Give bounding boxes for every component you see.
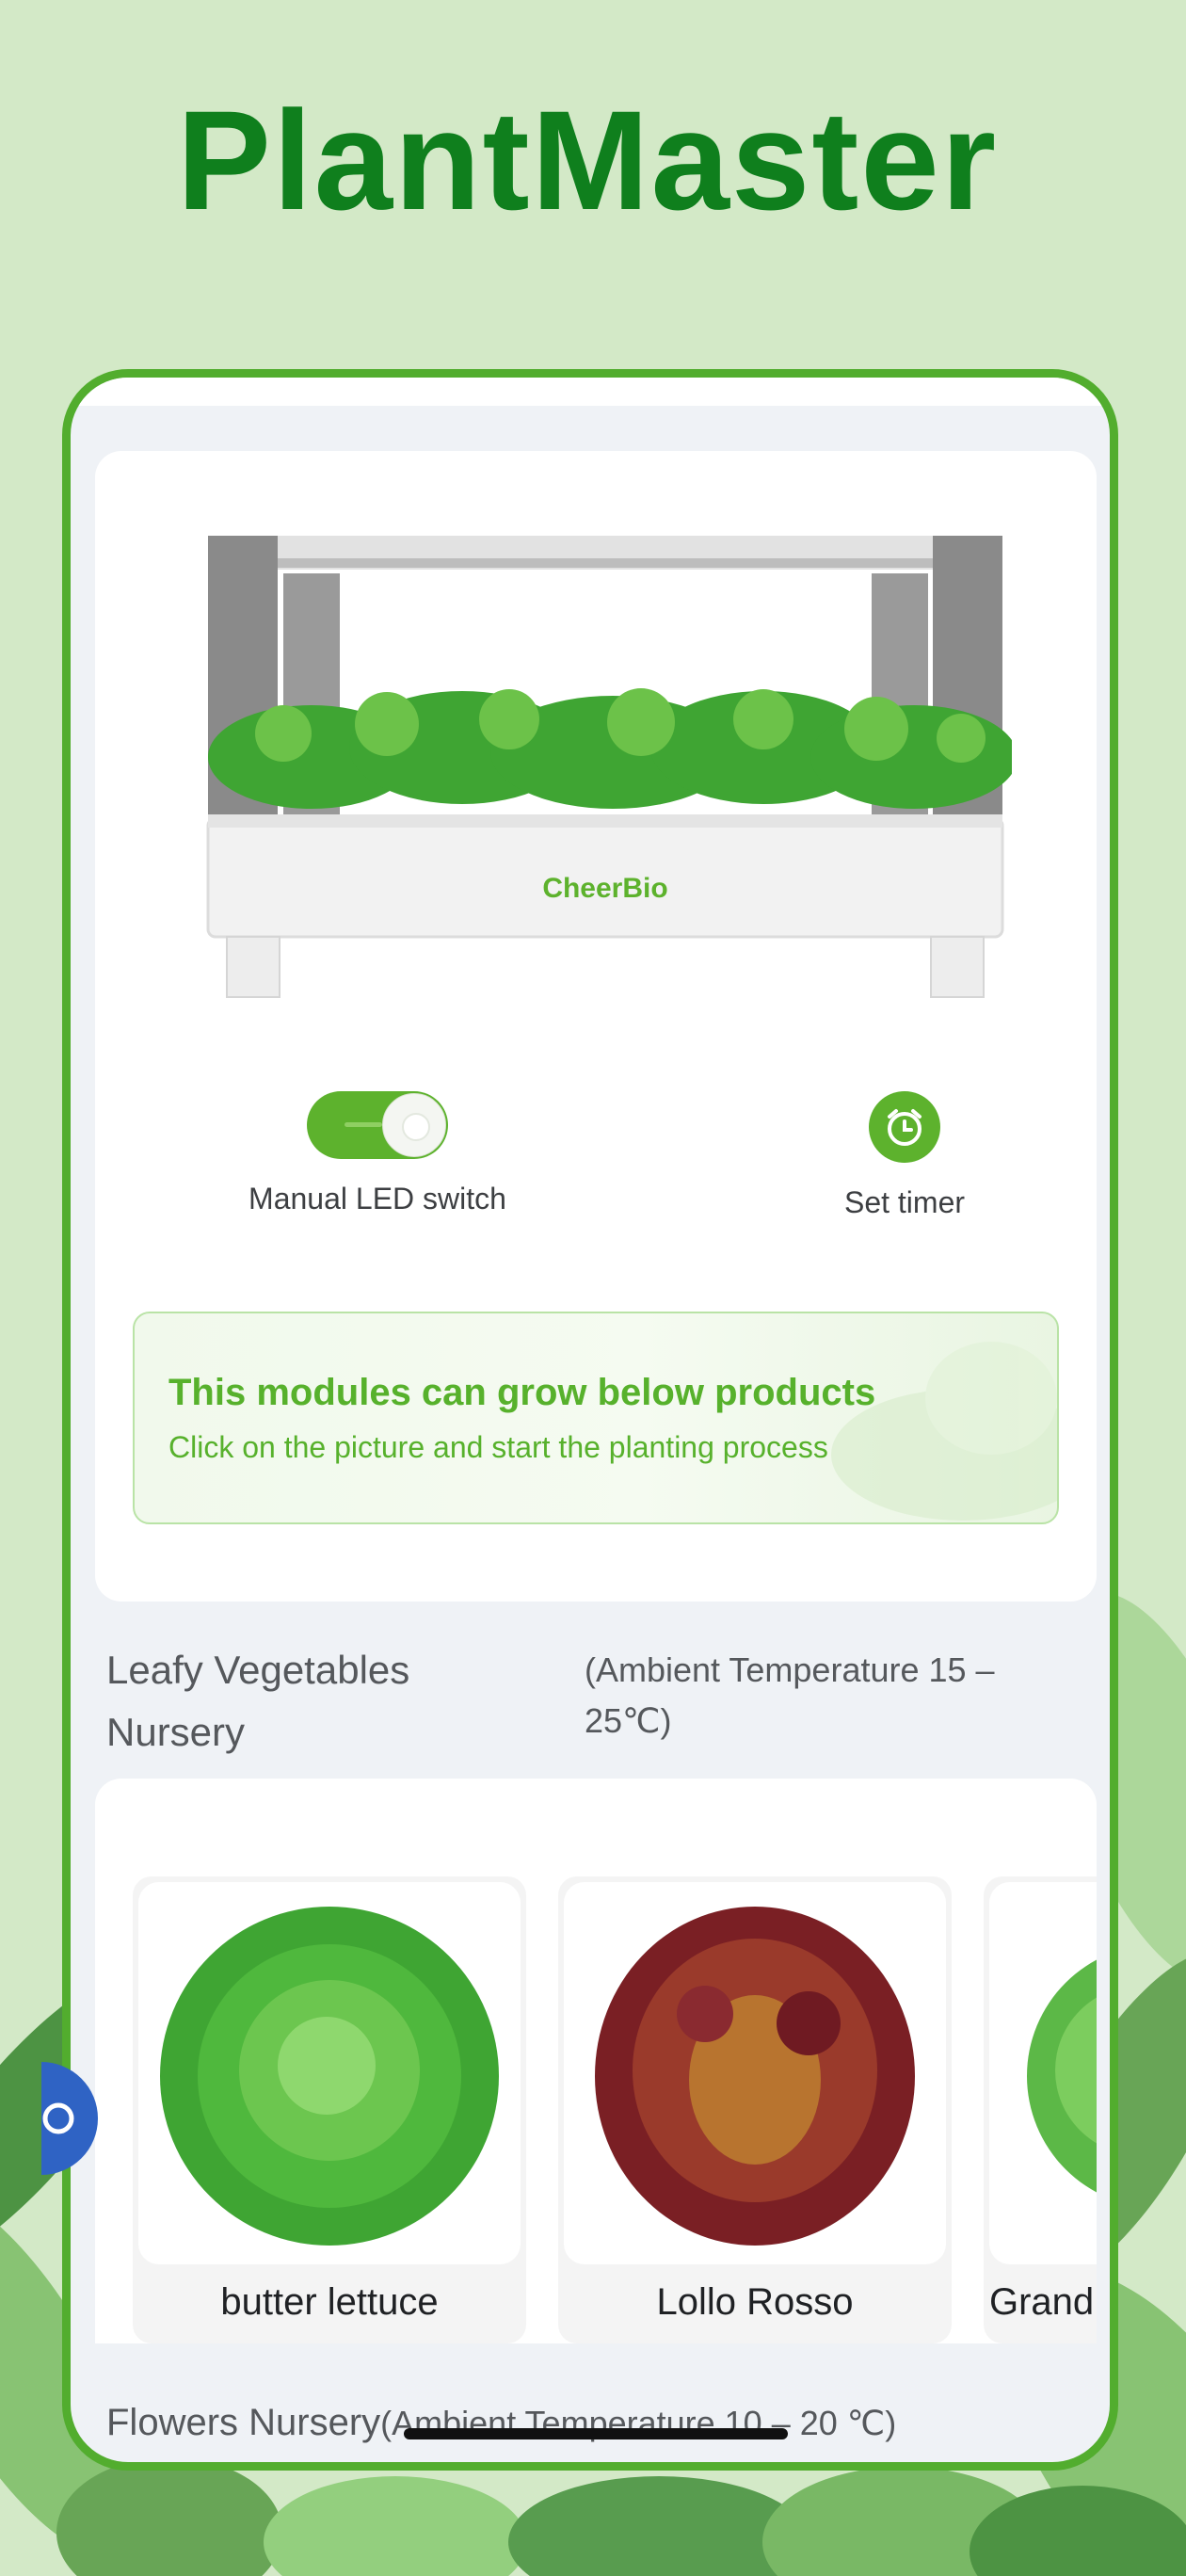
banner-subtitle: Click on the picture and start the plant… bbox=[168, 1430, 828, 1464]
set-timer-label: Set timer bbox=[843, 1185, 966, 1219]
plant-track: butter lettuce Lollo Rosso Grand bbox=[133, 1876, 1097, 2343]
modules-info-banner[interactable]: This modules can grow below products Cli… bbox=[133, 1312, 1059, 1524]
brand-logo-text: CheerBio bbox=[542, 873, 667, 904]
banner-title: This modules can grow below products bbox=[168, 1372, 876, 1413]
butter-lettuce-image bbox=[138, 1882, 521, 2264]
app-screen: CheerBio Manual LED switch Set timer Thi… bbox=[71, 378, 1110, 2462]
lollo-rosso-image bbox=[564, 1882, 946, 2264]
plant-card-butter-lettuce[interactable]: butter lettuce bbox=[133, 1876, 526, 2343]
grow-device-image: CheerBio bbox=[206, 536, 1012, 998]
set-timer-control[interactable]: Set timer bbox=[773, 1091, 1036, 1220]
device-card: CheerBio Manual LED switch Set timer Thi… bbox=[95, 451, 1097, 1602]
home-indicator[interactable] bbox=[404, 2428, 788, 2439]
status-bar-area bbox=[71, 378, 1110, 406]
led-switch-control[interactable]: Manual LED switch bbox=[208, 1091, 547, 1216]
toggle-switch-icon bbox=[382, 1093, 446, 1157]
plant-name: butter lettuce bbox=[220, 2281, 439, 2323]
lettuce-watermark bbox=[831, 1342, 1057, 1521]
plant-card-lollo-rosso[interactable]: Lollo Rosso bbox=[558, 1876, 952, 2343]
leafy-section-title: Leafy Vegetables Nursery bbox=[106, 1648, 410, 1754]
leafy-section-temperature: (Ambient Temperature 15 – 25℃) bbox=[585, 1650, 995, 1740]
led-switch-label: Manual LED switch bbox=[248, 1182, 506, 1216]
app-title: PlantMaster bbox=[176, 81, 999, 239]
grand-lettuce-image bbox=[989, 1882, 1097, 2264]
floating-assistant-button[interactable] bbox=[41, 2062, 98, 2175]
toggle-track-line bbox=[345, 1122, 382, 1127]
flowers-section-title: Flowers Nursery bbox=[106, 2402, 381, 2443]
led-toggle-switch[interactable] bbox=[307, 1091, 448, 1159]
phone-frame: CheerBio Manual LED switch Set timer Thi… bbox=[62, 369, 1118, 2471]
leafy-plants-carousel[interactable]: butter lettuce Lollo Rosso Grand bbox=[95, 1779, 1097, 2343]
plant-name: Lollo Rosso bbox=[656, 2281, 854, 2323]
plant-card-grand[interactable]: Grand bbox=[984, 1876, 1097, 2343]
alarm-clock-icon bbox=[888, 1109, 922, 1146]
set-timer-button[interactable] bbox=[869, 1091, 940, 1163]
plant-name: Grand bbox=[989, 2281, 1095, 2323]
